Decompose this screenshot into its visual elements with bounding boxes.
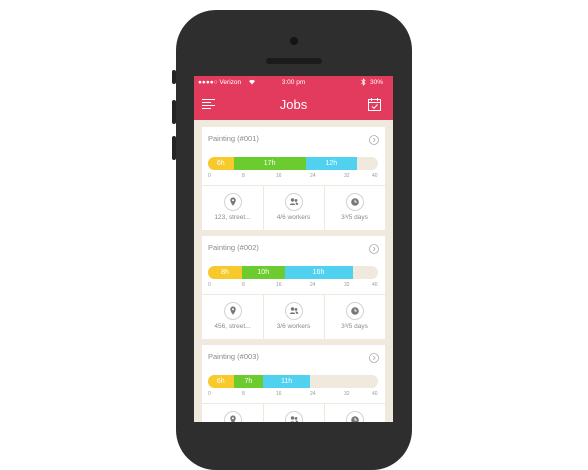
axis-tick-label: 0 [208, 173, 211, 179]
hours-segment: 11h [263, 375, 310, 388]
clock-icon [346, 193, 364, 211]
hours-segment: 16h [284, 266, 353, 279]
app-screen: ●●●●○ Verizon 3:00 pm 30% Jobs Painting … [194, 76, 393, 422]
hours-segment: 6h [208, 375, 234, 388]
job-title: Painting (#003) [208, 352, 259, 361]
workers-icon [285, 193, 303, 211]
hours-segment: 10h [242, 266, 285, 279]
clock-icon [346, 302, 364, 320]
location-pin-icon [224, 411, 242, 422]
axis-tick-label: 24 [310, 391, 316, 397]
volume-down-button [172, 136, 176, 160]
axis-tick-label: 8 [242, 391, 245, 397]
divider [324, 295, 325, 339]
axis-tick-label: 24 [310, 282, 316, 288]
job-title: Painting (#001) [208, 134, 259, 143]
divider [324, 186, 325, 230]
hours-progress-bar: 6h 17h 12h [208, 157, 378, 170]
page-title: Jobs [279, 97, 308, 112]
job-duration-cell[interactable]: 3³/5 days [324, 186, 385, 230]
axis-tick-label: 40 [372, 282, 378, 288]
job-workers-label: 3/6 workers [276, 323, 311, 330]
workers-icon [285, 302, 303, 320]
status-bar: ●●●●○ Verizon 3:00 pm 30% [194, 76, 393, 90]
divider [324, 404, 325, 422]
job-location-cell[interactable] [202, 404, 263, 422]
job-workers-cell[interactable]: 3/6 workers [263, 295, 324, 339]
hours-axis: 0 8 16 24 32 40 [208, 173, 378, 181]
clock-icon [346, 411, 364, 422]
hours-progress-bar: 6h 7h 11h [208, 375, 378, 388]
axis-tick-label: 8 [242, 282, 245, 288]
job-duration-label: 3³/5 days [341, 323, 368, 330]
location-pin-icon [224, 302, 242, 320]
chevron-right-icon[interactable] [369, 350, 379, 363]
location-pin-icon [224, 193, 242, 211]
divider [263, 404, 264, 422]
hours-segment: 17h [233, 157, 306, 170]
earpiece-speaker [266, 58, 322, 64]
hours-segment: 8h [208, 266, 242, 279]
axis-tick-label: 0 [208, 282, 211, 288]
job-duration-cell[interactable] [324, 404, 385, 422]
job-card[interactable]: Painting (#002) 8h 10h 16h 0 8 16 24 32 40 456, st… [202, 236, 385, 339]
job-location-label: 123, street... [214, 214, 251, 221]
job-location-label: 456, street... [214, 323, 251, 330]
chevron-right-icon[interactable] [369, 132, 379, 145]
job-workers-cell[interactable]: 4/6 workers [263, 186, 324, 230]
hours-segment: 6h [208, 157, 234, 170]
axis-tick-label: 32 [344, 282, 350, 288]
axis-tick-label: 32 [344, 391, 350, 397]
axis-tick-label: 8 [242, 173, 245, 179]
bluetooth-icon [361, 78, 366, 88]
axis-tick-label: 16 [276, 173, 282, 179]
axis-tick-label: 24 [310, 173, 316, 179]
hours-progress-bar: 8h 10h 16h [208, 266, 378, 279]
job-card[interactable]: Painting (#001) 6h 17h 12h 0 8 16 24 32 40 123, st… [202, 127, 385, 230]
axis-tick-label: 32 [344, 173, 350, 179]
chevron-right-icon[interactable] [369, 241, 379, 254]
mute-switch [172, 70, 176, 84]
axis-tick-label: 16 [276, 282, 282, 288]
divider [263, 295, 264, 339]
job-location-cell[interactable]: 456, street... [202, 295, 263, 339]
hours-axis: 0 8 16 24 32 40 [208, 391, 378, 399]
workers-icon [285, 411, 303, 422]
hours-segment: 12h [305, 157, 357, 170]
axis-tick-label: 40 [372, 173, 378, 179]
job-title: Painting (#002) [208, 243, 259, 252]
axis-tick-label: 16 [276, 391, 282, 397]
hours-axis: 0 8 16 24 32 40 [208, 282, 378, 290]
job-card[interactable]: Painting (#003) 6h 7h 11h 0 8 16 24 32 40 [202, 345, 385, 422]
divider [263, 186, 264, 230]
hours-segment: 7h [233, 375, 264, 388]
battery-percent: 30% [370, 79, 384, 86]
axis-tick-label: 40 [372, 391, 378, 397]
job-duration-cell[interactable]: 3³/5 days [324, 295, 385, 339]
job-duration-label: 3³/5 days [341, 214, 368, 221]
job-workers-label: 4/6 workers [276, 214, 311, 221]
volume-up-button [172, 100, 176, 124]
job-workers-cell[interactable] [263, 404, 324, 422]
calendar-icon[interactable] [368, 98, 381, 111]
front-camera [290, 37, 298, 45]
navigation-bar: Jobs [194, 90, 393, 120]
axis-tick-label: 0 [208, 391, 211, 397]
job-location-cell[interactable]: 123, street... [202, 186, 263, 230]
